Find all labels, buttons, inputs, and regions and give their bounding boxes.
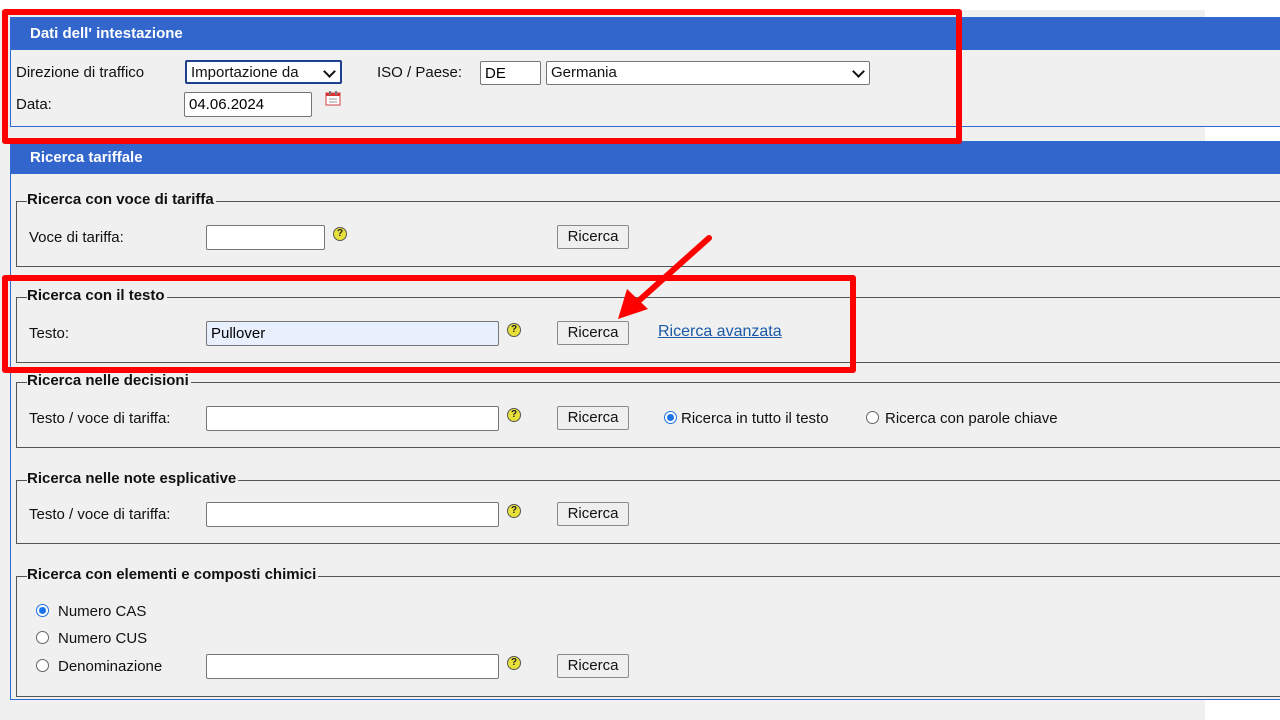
- explanatory-notes-legend: Ricerca nelle note esplicative: [27, 470, 239, 487]
- header-highlight-box: [2, 9, 962, 144]
- decisions-search-button[interactable]: Ricerca: [557, 406, 629, 430]
- help-icon[interactable]: ?: [507, 656, 521, 670]
- decisions-input[interactable]: [206, 406, 499, 431]
- tariff-code-legend: Ricerca con voce di tariffa: [27, 191, 216, 208]
- explanatory-notes-label: Testo / voce di tariffa:: [29, 506, 171, 523]
- section-divider: [17, 382, 1280, 383]
- decisions-legend: Ricerca nelle decisioni: [27, 372, 191, 389]
- red-arrow-icon: [618, 235, 712, 319]
- keywords-radio-label[interactable]: Ricerca con parole chiave: [885, 410, 1058, 427]
- cas-radio[interactable]: [36, 604, 49, 617]
- tariff-code-label: Voce di tariffa:: [29, 229, 124, 246]
- chemicals-section: Ricerca con elementi e composti chimici …: [16, 566, 1280, 697]
- name-radio[interactable]: [36, 659, 49, 672]
- tariff-code-input[interactable]: [206, 225, 325, 250]
- decisions-section: Ricerca nelle decisioni Testo / voce di …: [16, 372, 1280, 448]
- tariff-search-panel: Ricerca tariffale Ricerca con voce di ta…: [10, 141, 1280, 700]
- decisions-label: Testo / voce di tariffa:: [29, 410, 171, 427]
- help-icon[interactable]: ?: [507, 504, 521, 518]
- cas-radio-label[interactable]: Numero CAS: [58, 603, 146, 620]
- text-search-highlight-box: [2, 275, 856, 373]
- cus-radio[interactable]: [36, 631, 49, 644]
- name-radio-label[interactable]: Denominazione: [58, 658, 162, 675]
- chemical-name-input[interactable]: [206, 654, 499, 679]
- keywords-radio[interactable]: [866, 411, 879, 424]
- help-icon[interactable]: ?: [333, 227, 347, 241]
- fulltext-radio-label[interactable]: Ricerca in tutto il testo: [681, 410, 829, 427]
- help-icon[interactable]: ?: [507, 408, 521, 422]
- cus-radio-label[interactable]: Numero CUS: [58, 630, 147, 647]
- explanatory-notes-search-button[interactable]: Ricerca: [557, 502, 629, 526]
- chemicals-legend: Ricerca con elementi e composti chimici: [27, 566, 319, 583]
- explanatory-notes-section: Ricerca nelle note esplicative Testo / v…: [16, 470, 1280, 544]
- explanatory-notes-input[interactable]: [206, 502, 499, 527]
- tariff-search-panel-title: Ricerca tariffale: [11, 142, 1280, 174]
- chemicals-search-button[interactable]: Ricerca: [557, 654, 629, 678]
- fulltext-radio[interactable]: [664, 411, 677, 424]
